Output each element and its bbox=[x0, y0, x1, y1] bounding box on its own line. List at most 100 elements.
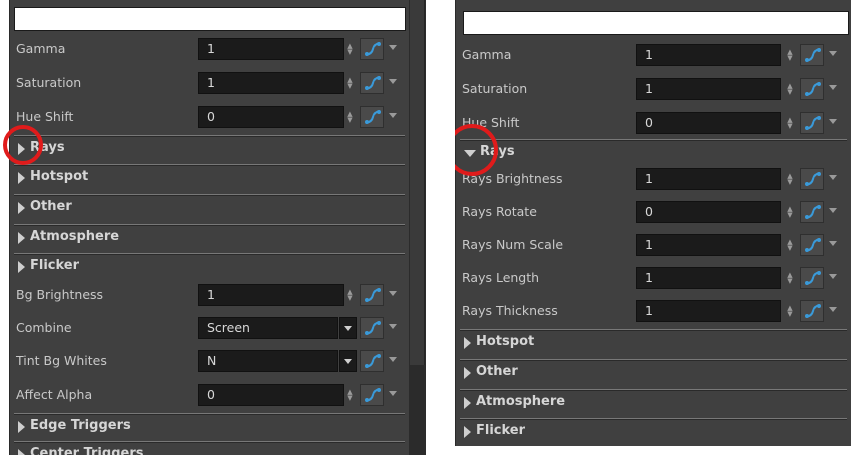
chevron-down-icon[interactable] bbox=[829, 208, 837, 213]
spinner-arrows-icon[interactable]: ▲ ▼ bbox=[346, 389, 354, 402]
section-flicker[interactable]: Flicker bbox=[10, 253, 409, 279]
rays-rotate-input[interactable]: 0 bbox=[636, 201, 781, 223]
name-field[interactable] bbox=[463, 11, 849, 35]
function-curve-button[interactable] bbox=[360, 384, 384, 406]
function-curve-button[interactable] bbox=[800, 168, 824, 190]
section-center-triggers[interactable]: Center Triggers bbox=[10, 441, 409, 455]
function-curve-button[interactable] bbox=[800, 234, 824, 256]
chevron-down-icon[interactable] bbox=[389, 324, 397, 329]
dropdown-arrow-button[interactable] bbox=[339, 350, 357, 372]
function-curve-button[interactable] bbox=[360, 350, 384, 372]
gamma-input[interactable]: 1 bbox=[636, 44, 781, 66]
spinner-arrows-icon[interactable]: ▲ ▼ bbox=[786, 117, 794, 130]
rays-num-scale-input[interactable]: 1 bbox=[636, 234, 781, 256]
triangle-right-icon bbox=[18, 261, 25, 273]
spinner-arrows-icon[interactable]: ▲ ▼ bbox=[786, 173, 794, 186]
gamma-input[interactable]: 1 bbox=[198, 38, 344, 60]
section-title: Atmosphere bbox=[30, 229, 120, 244]
affect-alpha-input[interactable]: 0 bbox=[198, 384, 344, 406]
chevron-down-icon[interactable] bbox=[829, 241, 837, 246]
chevron-down-icon[interactable] bbox=[389, 291, 397, 296]
chevron-down-icon[interactable] bbox=[389, 45, 397, 50]
combine-select[interactable]: Screen bbox=[198, 317, 338, 339]
param-row-saturation: Saturation 1 ▲ ▼ bbox=[10, 68, 409, 98]
param-row-hue-shift: Hue Shift 0 ▲ ▼ bbox=[10, 102, 409, 132]
function-curve-button[interactable] bbox=[360, 106, 384, 128]
triangle-right-icon bbox=[18, 421, 25, 433]
rays-length-input[interactable]: 1 bbox=[636, 267, 781, 289]
chevron-down-icon[interactable] bbox=[829, 119, 837, 124]
section-rays[interactable]: Rays bbox=[456, 139, 851, 165]
saturation-input[interactable]: 1 bbox=[198, 72, 344, 94]
rays-brightness-input[interactable]: 1 bbox=[636, 168, 781, 190]
function-curve-icon bbox=[805, 238, 821, 252]
triangle-right-icon bbox=[464, 426, 471, 438]
section-atmosphere[interactable]: Atmosphere bbox=[10, 224, 409, 250]
section-other[interactable]: Other bbox=[10, 194, 409, 220]
triangle-right-icon bbox=[18, 172, 25, 184]
function-curve-button[interactable] bbox=[360, 38, 384, 60]
function-curve-icon bbox=[805, 271, 821, 285]
spinner-arrows-icon[interactable]: ▲ ▼ bbox=[786, 206, 794, 219]
section-hotspot[interactable]: Hotspot bbox=[10, 164, 409, 190]
highlight-circle bbox=[3, 125, 43, 165]
param-row-affect-alpha: Affect Alpha 0 ▲ ▼ bbox=[10, 380, 409, 410]
section-flicker[interactable]: Flicker bbox=[456, 418, 851, 444]
section-hotspot[interactable]: Hotspot bbox=[456, 329, 851, 355]
chevron-down-icon[interactable] bbox=[829, 51, 837, 56]
hue-shift-input[interactable]: 0 bbox=[636, 112, 781, 134]
function-curve-button[interactable] bbox=[800, 78, 824, 100]
function-curve-button[interactable] bbox=[800, 112, 824, 134]
name-field[interactable] bbox=[14, 7, 406, 31]
rays-thickness-input[interactable]: 1 bbox=[636, 300, 781, 322]
spinner-arrows-icon[interactable]: ▲ ▼ bbox=[786, 305, 794, 318]
function-curve-button[interactable] bbox=[800, 300, 824, 322]
function-curve-icon bbox=[805, 205, 821, 219]
tint-bg-whites-select[interactable]: N bbox=[198, 350, 338, 372]
section-atmosphere[interactable]: Atmosphere bbox=[456, 389, 851, 415]
left-panel-body: Gamma 1 ▲ ▼ Saturation 1 ▲ ▼ Hue Shift 0 ▲… bbox=[9, 0, 409, 455]
function-curve-button[interactable] bbox=[800, 44, 824, 66]
spinner-arrows-icon[interactable]: ▲ ▼ bbox=[346, 111, 354, 124]
function-curve-icon bbox=[365, 321, 381, 335]
function-curve-button[interactable] bbox=[360, 317, 384, 339]
spinner-arrows-icon[interactable]: ▲ ▼ bbox=[786, 49, 794, 62]
spinner-arrows-icon[interactable]: ▲ ▼ bbox=[786, 272, 794, 285]
chevron-down-icon[interactable] bbox=[829, 307, 837, 312]
saturation-input[interactable]: 1 bbox=[636, 78, 781, 100]
chevron-down-icon[interactable] bbox=[829, 85, 837, 90]
function-curve-icon bbox=[365, 354, 381, 368]
function-curve-button[interactable] bbox=[800, 201, 824, 223]
chevron-down-icon[interactable] bbox=[389, 113, 397, 118]
function-curve-icon bbox=[365, 42, 381, 56]
section-edge-triggers[interactable]: Edge Triggers bbox=[10, 413, 409, 439]
hue-shift-input[interactable]: 0 bbox=[198, 106, 344, 128]
scrollbar-thumb[interactable] bbox=[410, 0, 425, 365]
spinner-arrows-icon[interactable]: ▲ ▼ bbox=[786, 239, 794, 252]
param-label: Combine bbox=[16, 320, 72, 335]
param-label: Hue Shift bbox=[16, 109, 74, 124]
section-rays[interactable]: Rays bbox=[10, 135, 409, 161]
vertical-scrollbar[interactable] bbox=[409, 0, 426, 455]
function-curve-icon bbox=[365, 110, 381, 124]
triangle-right-icon bbox=[18, 449, 25, 455]
section-other[interactable]: Other bbox=[456, 359, 851, 385]
spinner-arrows-icon[interactable]: ▲ ▼ bbox=[346, 289, 354, 302]
chevron-down-icon[interactable] bbox=[829, 175, 837, 180]
spinner-arrows-icon[interactable]: ▲ ▼ bbox=[346, 43, 354, 56]
function-curve-button[interactable] bbox=[360, 284, 384, 306]
dropdown-arrow-button[interactable] bbox=[339, 317, 357, 339]
chevron-down-icon[interactable] bbox=[389, 391, 397, 396]
function-curve-icon bbox=[365, 76, 381, 90]
chevron-down-icon[interactable] bbox=[389, 357, 397, 362]
function-curve-button[interactable] bbox=[360, 72, 384, 94]
spinner-arrows-icon[interactable]: ▲ ▼ bbox=[786, 83, 794, 96]
param-row-rays-num-scale: Rays Num Scale 1 ▲ ▼ bbox=[456, 230, 851, 260]
divider bbox=[14, 135, 405, 137]
function-curve-button[interactable] bbox=[800, 267, 824, 289]
divider bbox=[460, 139, 847, 141]
chevron-down-icon[interactable] bbox=[829, 274, 837, 279]
chevron-down-icon[interactable] bbox=[389, 79, 397, 84]
bg-brightness-input[interactable]: 1 bbox=[198, 284, 344, 306]
spinner-arrows-icon[interactable]: ▲ ▼ bbox=[346, 77, 354, 90]
